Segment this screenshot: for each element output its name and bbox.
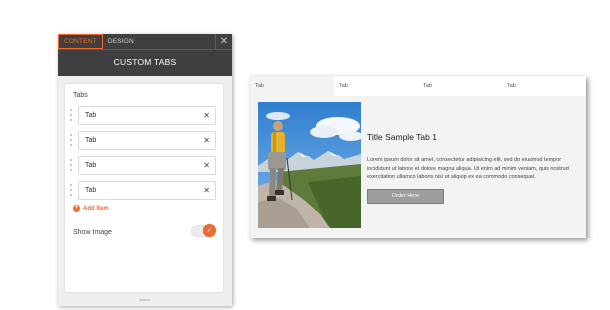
add-item-button[interactable]: + Add Item xyxy=(73,205,109,212)
remove-icon[interactable]: ✕ xyxy=(203,132,210,149)
header-divider xyxy=(58,49,232,50)
drag-handle-icon[interactable] xyxy=(69,159,73,171)
remove-icon[interactable]: ✕ xyxy=(203,157,210,174)
list-item: Tab ✕ xyxy=(69,181,219,200)
tab-name-field[interactable]: Tab ✕ xyxy=(78,131,216,150)
tab-content[interactable]: CONTENT xyxy=(58,34,103,49)
close-icon[interactable]: ✕ xyxy=(215,34,232,49)
list-item: Tab ✕ xyxy=(69,106,219,125)
tab-name-value: Tab xyxy=(85,112,97,119)
panel-title: CUSTOM TABS xyxy=(113,57,177,67)
order-here-button[interactable]: Order Here xyxy=(367,189,444,204)
preview-tab-bar: Tab Tab Tab Tab xyxy=(250,76,586,96)
show-image-label: Show Image xyxy=(73,229,112,236)
preview-tab-3[interactable]: Tab xyxy=(418,76,502,96)
list-item: Tab ✕ xyxy=(69,156,219,175)
show-image-toggle[interactable]: ✓ xyxy=(191,224,216,237)
list-item: Tab ✕ xyxy=(69,131,219,150)
remove-icon[interactable]: ✕ xyxy=(203,182,210,199)
content-body: Lorem ipsum dolor sit amet, consectetur … xyxy=(367,157,569,181)
preview-tab-2[interactable]: Tab xyxy=(334,76,418,96)
drag-handle-icon[interactable] xyxy=(69,109,73,121)
add-item-label: Add Item xyxy=(83,205,109,212)
preview-tab-4[interactable]: Tab xyxy=(502,76,586,96)
hiker-photo xyxy=(258,102,361,228)
drag-handle-icon[interactable] xyxy=(69,184,73,196)
tab-name-field[interactable]: Tab ✕ xyxy=(78,156,216,175)
panel-header: CONTENT DESIGN ✕ CUSTOM TABS xyxy=(58,34,232,76)
tabs-settings-card: Tabs Tab ✕ Tab ✕ Tab ✕ Tab ✕ + Add Item … xyxy=(65,84,223,292)
content-title: Title Sample Tab 1 xyxy=(367,132,437,142)
tabs-widget-preview: Tab Tab Tab Tab Title Sample Tab 1 Lorem… xyxy=(250,76,586,238)
tab-name-value: Tab xyxy=(85,162,97,169)
tabs-section-label: Tabs xyxy=(73,92,88,99)
preview-tab-1[interactable]: Tab xyxy=(250,76,334,96)
tab-name-field[interactable]: Tab ✕ xyxy=(78,181,216,200)
checkmark-icon: ✓ xyxy=(203,224,216,237)
custom-tabs-editor-panel: CONTENT DESIGN ✕ CUSTOM TABS Tabs Tab ✕ … xyxy=(58,34,232,306)
tab-name-value: Tab xyxy=(85,137,97,144)
drag-handle-icon[interactable] xyxy=(69,134,73,146)
tab-design[interactable]: DESIGN xyxy=(103,34,139,49)
panel-tab-bar: CONTENT DESIGN xyxy=(58,34,139,49)
resize-grip[interactable] xyxy=(139,299,150,301)
remove-icon[interactable]: ✕ xyxy=(203,107,210,124)
tab-name-field[interactable]: Tab ✕ xyxy=(78,106,216,125)
plus-icon: + xyxy=(73,205,80,212)
tab-name-value: Tab xyxy=(85,187,97,194)
